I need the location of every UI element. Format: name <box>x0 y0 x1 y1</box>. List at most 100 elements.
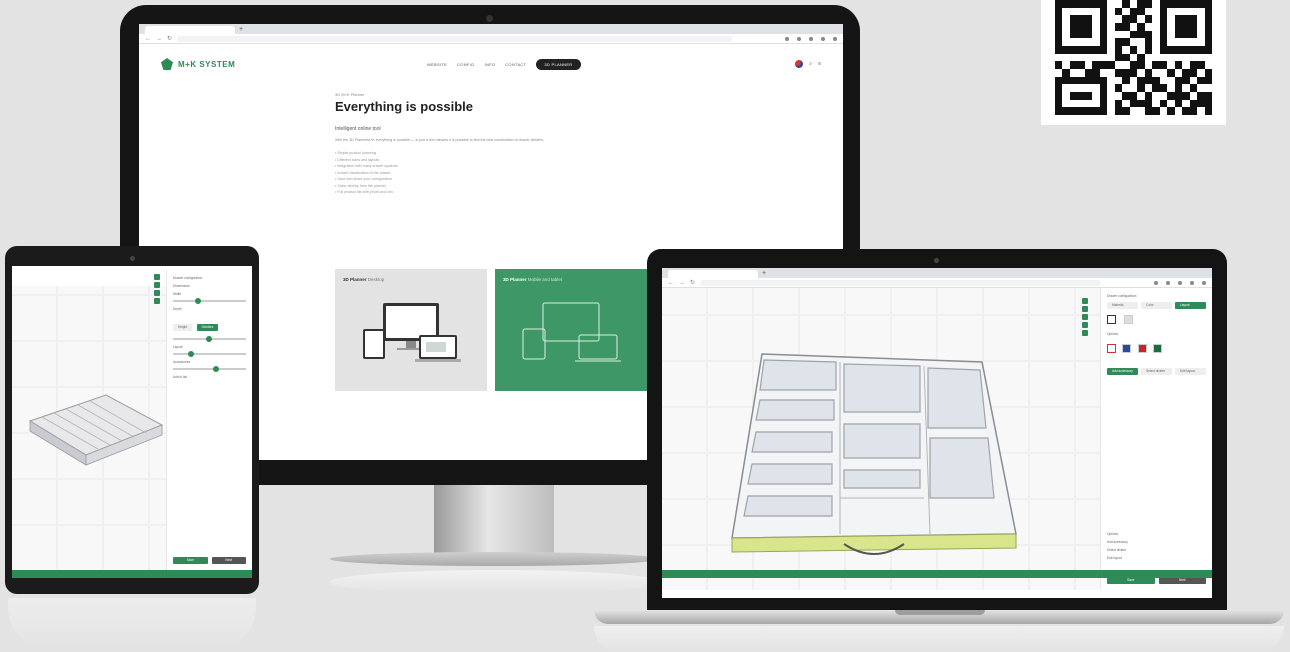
save-button[interactable]: Save <box>1107 577 1155 584</box>
zoom-out-icon[interactable] <box>1082 314 1088 320</box>
qr-module <box>1197 7 1205 16</box>
nav-item-config[interactable]: CONFIG <box>457 62 474 67</box>
rotate-icon[interactable] <box>1082 298 1088 304</box>
fullscreen-icon[interactable] <box>1082 330 1088 336</box>
panel-label: Accessories <box>173 360 191 364</box>
url-field[interactable] <box>177 35 732 42</box>
hero-kicker: 3D M+K Planner <box>335 92 365 97</box>
qr-module <box>1159 68 1168 77</box>
tab-option[interactable]: Color <box>1141 302 1172 309</box>
panel-link[interactable]: Add accessory <box>1107 540 1206 544</box>
qr-module <box>1099 0 1108 8</box>
reset-view-icon[interactable] <box>154 298 160 304</box>
qr-module <box>1182 99 1190 108</box>
3d-viewport[interactable] <box>12 286 166 570</box>
color-swatch-blue[interactable] <box>1122 344 1132 353</box>
card-subtitle: Desktop <box>367 277 385 282</box>
layout-option[interactable]: Edit layout <box>1175 368 1206 375</box>
search-icon[interactable]: ⌕ <box>809 61 812 67</box>
browser-tab[interactable] <box>145 26 235 34</box>
reload-icon[interactable]: ↻ <box>167 35 172 42</box>
nav-item-contact[interactable]: CONTACT <box>505 62 526 67</box>
qr-module <box>1204 7 1212 16</box>
zoom-in-icon[interactable] <box>154 282 160 288</box>
drawer-3d-model[interactable] <box>724 338 1024 558</box>
qr-module <box>1144 38 1153 46</box>
tab-option[interactable]: Material <box>1107 302 1138 309</box>
option-button-active[interactable]: Dividers <box>196 324 219 331</box>
forward-icon[interactable]: → <box>679 280 685 286</box>
tab-option-active[interactable]: Layout <box>1175 302 1206 309</box>
panel-link[interactable]: Edit layout <box>1107 556 1206 560</box>
qr-module <box>1204 53 1212 62</box>
qr-module <box>1055 7 1063 16</box>
panel-heading: Drawer configuration <box>1107 294 1137 298</box>
header-utilities: ⌕ ≡ <box>795 60 821 68</box>
qr-module <box>1182 76 1190 85</box>
qr-module <box>1099 7 1108 16</box>
language-flag-icon[interactable] <box>795 60 804 68</box>
qr-module <box>1174 30 1183 39</box>
qr-module <box>1084 76 1093 85</box>
height-slider[interactable] <box>173 351 246 357</box>
qr-module <box>1077 76 1085 85</box>
qr-module <box>1174 45 1183 54</box>
url-field[interactable] <box>700 279 1101 286</box>
qr-module <box>1092 30 1100 39</box>
qr-module <box>1069 61 1078 69</box>
nav-item-info[interactable]: INFO <box>484 62 495 67</box>
qr-module <box>1092 7 1100 16</box>
planner-cta-button[interactable]: 3D PLANNER <box>536 58 581 70</box>
new-tab-icon[interactable]: + <box>762 270 766 277</box>
new-tab-icon[interactable]: + <box>239 26 243 33</box>
color-swatch-white[interactable] <box>1107 315 1116 324</box>
qr-module <box>1189 91 1198 100</box>
planner-card-mobile[interactable]: 3D Planner Mobile and tablet <box>495 269 647 391</box>
reload-icon[interactable]: ↻ <box>690 279 695 286</box>
browser-tab[interactable] <box>668 270 758 278</box>
option-button[interactable]: Height <box>173 324 193 331</box>
color-swatch-green[interactable] <box>1153 344 1163 353</box>
qr-module <box>1077 68 1085 77</box>
tablet-reflection <box>8 598 256 648</box>
color-swatch-grey[interactable] <box>1124 315 1133 324</box>
planner-card-desktop[interactable]: 3D Planner Desktop <box>335 269 487 391</box>
qr-module <box>1129 22 1138 31</box>
qr-module <box>1137 76 1145 85</box>
qr-module <box>1055 45 1063 54</box>
qr-module <box>1129 99 1138 108</box>
panel-link[interactable]: Select divider <box>1107 548 1206 552</box>
qr-module <box>1204 107 1212 115</box>
forward-icon[interactable]: → <box>156 36 162 42</box>
qr-module <box>1122 68 1130 77</box>
qr-module <box>1092 45 1100 54</box>
rotate-icon[interactable] <box>154 274 160 280</box>
color-swatch-red[interactable] <box>1137 344 1147 353</box>
zoom-in-icon[interactable] <box>1082 306 1088 312</box>
qr-module <box>1107 76 1115 85</box>
back-icon[interactable]: ← <box>668 280 674 286</box>
next-button[interactable]: Next <box>1158 577 1206 584</box>
reset-view-icon[interactable] <box>1082 322 1088 328</box>
back-icon[interactable]: ← <box>145 36 151 42</box>
nav-item-website[interactable]: WEBSITE <box>427 62 447 67</box>
save-button[interactable]: Save <box>173 557 208 564</box>
qr-module <box>1167 7 1175 16</box>
color-swatch-white[interactable] <box>1107 344 1116 353</box>
zoom-out-icon[interactable] <box>154 290 160 296</box>
panel-link[interactable]: Options <box>1107 532 1206 536</box>
layout-option-active[interactable]: Add accessory <box>1107 368 1138 375</box>
divider-slider[interactable] <box>173 366 246 372</box>
qr-module <box>1092 68 1100 77</box>
drawer-3d-model[interactable] <box>26 391 166 471</box>
layout-option[interactable]: Select divider <box>1141 368 1172 375</box>
next-button[interactable]: Next <box>211 557 246 564</box>
3d-viewport[interactable] <box>662 288 1100 590</box>
qr-module <box>1174 38 1183 46</box>
menu-icon[interactable]: ≡ <box>818 61 821 67</box>
site-logo[interactable]: M+K SYSTEM <box>161 58 235 70</box>
depth-slider[interactable] <box>173 336 246 342</box>
qr-module <box>1077 38 1085 46</box>
width-slider[interactable] <box>173 298 246 304</box>
qr-module <box>1137 53 1145 62</box>
